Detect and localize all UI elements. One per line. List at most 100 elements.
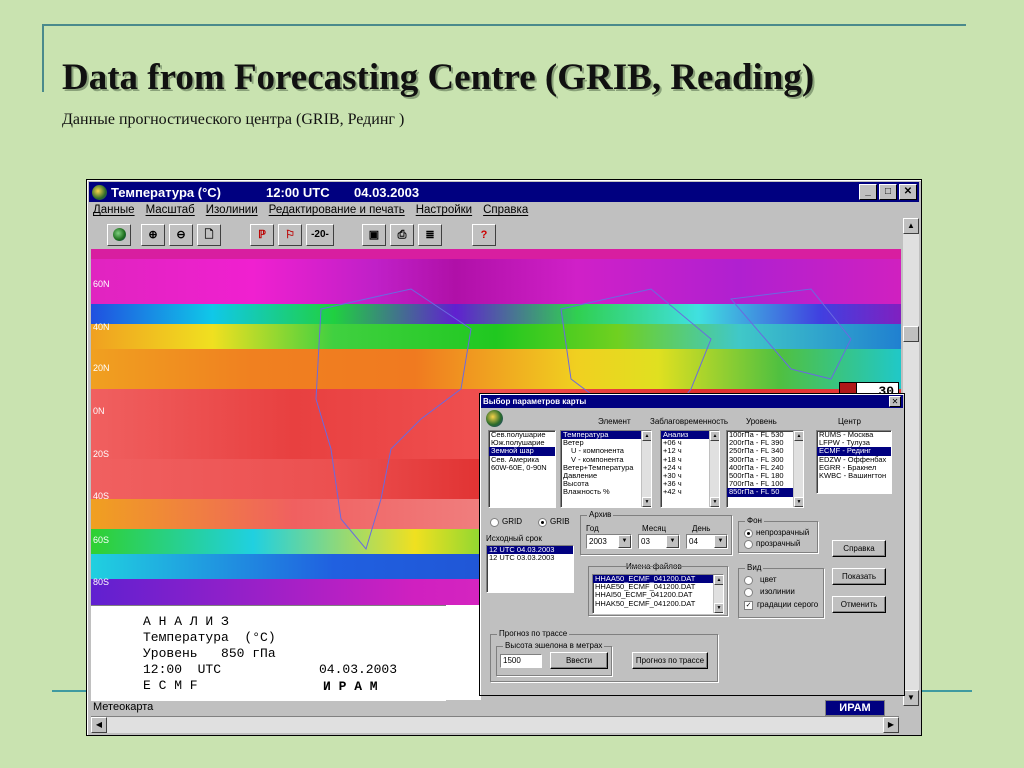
cancel-button[interactable]: Отменить: [832, 596, 886, 613]
list-item[interactable]: 850гПа - FL 50: [727, 488, 803, 497]
list-scrollbar[interactable]: ▲ ▼: [793, 431, 803, 507]
day-label: День: [692, 524, 711, 533]
wind-tool-button[interactable]: ⚐: [278, 224, 302, 246]
list-item[interactable]: Влажность %: [561, 488, 651, 496]
maximize-button[interactable]: □: [879, 184, 897, 200]
close-button[interactable]: ✕: [899, 184, 917, 200]
enter-button[interactable]: Ввести: [550, 652, 608, 669]
print-button[interactable]: ⎙: [390, 224, 414, 246]
status-bar: Метеокарта: [91, 701, 891, 715]
list-item[interactable]: 60W-60E, 0-90N: [489, 463, 555, 472]
month-select[interactable]: 03 ▼: [638, 534, 680, 549]
scroll-left-icon[interactable]: ◀: [91, 717, 107, 733]
lat-label: 60N: [93, 279, 110, 289]
route-forecast-button[interactable]: Прогноз по трассе: [632, 652, 708, 669]
color-radio[interactable]: [744, 576, 753, 585]
window-title: Температура (°C): [111, 184, 221, 200]
menu-isolines[interactable]: Изолинии: [206, 204, 258, 220]
source-list[interactable]: 12 UTC 04.03.2003 12 UTC 03.03.2003: [486, 545, 574, 593]
chevron-down-icon[interactable]: ▼: [666, 535, 679, 548]
scroll-right-icon[interactable]: ▶: [883, 717, 899, 733]
list-item[interactable]: 12 UTC 03.03.2003: [487, 553, 573, 562]
transparent-radio[interactable]: [744, 540, 753, 549]
dialog-close-button[interactable]: ✕: [889, 396, 901, 407]
globe-tool-button[interactable]: [107, 224, 131, 246]
window-titlebar: Температура (°C) 12:00 UTC 04.03.2003 _ …: [89, 182, 919, 202]
year-label: Год: [586, 524, 599, 533]
info-element: Температура (°С): [143, 630, 276, 645]
route-height-input[interactable]: 1500: [500, 654, 542, 668]
menu-data[interactable]: Данные: [93, 204, 135, 220]
info-date: 04.03.2003: [319, 662, 398, 677]
menu-edit-print[interactable]: Редактирование и печать: [269, 204, 405, 220]
region-list[interactable]: Сев.полушарие Юж.полушарие Земной шар Се…: [488, 430, 556, 508]
zoom-in-button[interactable]: ⊕: [141, 224, 165, 246]
window-title-time: 12:00 UTC: [266, 184, 330, 200]
list-scrollbar[interactable]: ▲ ▼: [641, 431, 651, 507]
help-dialog-button[interactable]: Справка: [832, 540, 886, 557]
text-button[interactable]: ≣: [418, 224, 442, 246]
header-center: Центр: [838, 417, 861, 426]
route-group-label: Прогноз по трассе: [497, 629, 570, 638]
info-panel: А Н А Л И З Температура (°С) Уровень 850…: [91, 605, 446, 701]
grib-radio[interactable]: [538, 518, 547, 527]
pressure-tool-button[interactable]: ℙ: [250, 224, 274, 246]
slide-subtitle: Данные прогностического центра (GRIB, Ре…: [62, 111, 405, 128]
vertical-scrollbar[interactable]: ▲ ▼: [903, 218, 919, 706]
menu-settings[interactable]: Настройки: [416, 204, 472, 220]
minimize-button[interactable]: _: [859, 184, 877, 200]
grid-radio[interactable]: [490, 518, 499, 527]
level-list[interactable]: 100гПа - FL 530 200гПа - FL 390 250гПа -…: [726, 430, 804, 508]
source-label: Исходный срок: [486, 534, 542, 543]
list-item[interactable]: HHAK50_ECMF_041200.DAT: [593, 599, 723, 608]
zoom-out-button[interactable]: ⊖: [169, 224, 193, 246]
document-icon: ≣: [425, 229, 435, 241]
day-select[interactable]: 04 ▼: [686, 534, 728, 549]
slide-left-rule: [42, 24, 44, 92]
lat-label: 80S: [93, 577, 110, 587]
show-button[interactable]: Показать: [832, 568, 886, 585]
scroll-thumb[interactable]: [903, 326, 919, 342]
center-list[interactable]: RUMS - Москва LFPW - Тулуза ECMF - Редин…: [816, 430, 892, 494]
grayscale-checkbox[interactable]: ✓: [744, 601, 753, 610]
chevron-down-icon[interactable]: ▼: [618, 535, 631, 548]
chevron-down-icon[interactable]: ▼: [714, 535, 727, 548]
isolines-radio[interactable]: [744, 588, 753, 597]
isolines-label: изолинии: [760, 587, 795, 596]
opaque-label: непрозрачный: [756, 528, 810, 537]
list-scrollbar[interactable]: ▲ ▼: [713, 575, 723, 613]
lead-time-list[interactable]: Анализ +06 ч +12 ч +18 ч +24 ч +30 ч +36…: [660, 430, 720, 508]
info-analysis: А Н А Л И З: [143, 614, 229, 629]
iram-logo: ИРАМ: [825, 700, 885, 716]
lat-label: 60S: [93, 535, 110, 545]
menu-scale[interactable]: Масштаб: [146, 204, 195, 220]
save-button[interactable]: ▣: [362, 224, 386, 246]
lat-label: 20S: [93, 449, 110, 459]
year-value: 2003: [589, 537, 607, 546]
globe-icon: [486, 410, 503, 427]
info-time: 12:00 UTC: [143, 662, 222, 677]
dialog-title: Выбор параметров карты: [481, 395, 903, 408]
grib-label: GRIB: [550, 517, 570, 526]
isoline-20-button[interactable]: -20-: [306, 224, 334, 246]
menu-help[interactable]: Справка: [483, 204, 528, 220]
opaque-radio[interactable]: [744, 529, 753, 538]
menubar: Данные Масштаб Изолинии Редактирование и…: [93, 204, 539, 220]
header-lead: Заблаговременность: [650, 417, 729, 426]
element-list[interactable]: Температура Ветер U - компонента V - ком…: [560, 430, 652, 508]
files-list[interactable]: HHAA50_ECMF_041200.DAT HHAE50_ECMF_04120…: [592, 574, 724, 614]
map-params-dialog: Выбор параметров карты ✕ Элемент Заблаго…: [479, 393, 905, 696]
zoom-in-icon: ⊕: [148, 229, 158, 241]
list-scrollbar[interactable]: ▲ ▼: [709, 431, 719, 507]
year-select[interactable]: 2003 ▼: [586, 534, 632, 549]
help-button[interactable]: ?: [472, 224, 496, 246]
scroll-up-icon[interactable]: ▲: [903, 218, 919, 234]
day-value: 04: [689, 537, 698, 546]
horizontal-scrollbar[interactable]: ◀ ▶: [91, 716, 899, 733]
scroll-down-icon[interactable]: ▼: [903, 690, 919, 706]
preview-button[interactable]: 🗋: [197, 224, 221, 246]
lat-label: 40N: [93, 322, 110, 332]
zoom-out-icon: ⊖: [176, 229, 186, 241]
grayscale-label: градации серого: [757, 600, 819, 609]
list-item[interactable]: KWBC - Вашингтон: [817, 471, 891, 480]
